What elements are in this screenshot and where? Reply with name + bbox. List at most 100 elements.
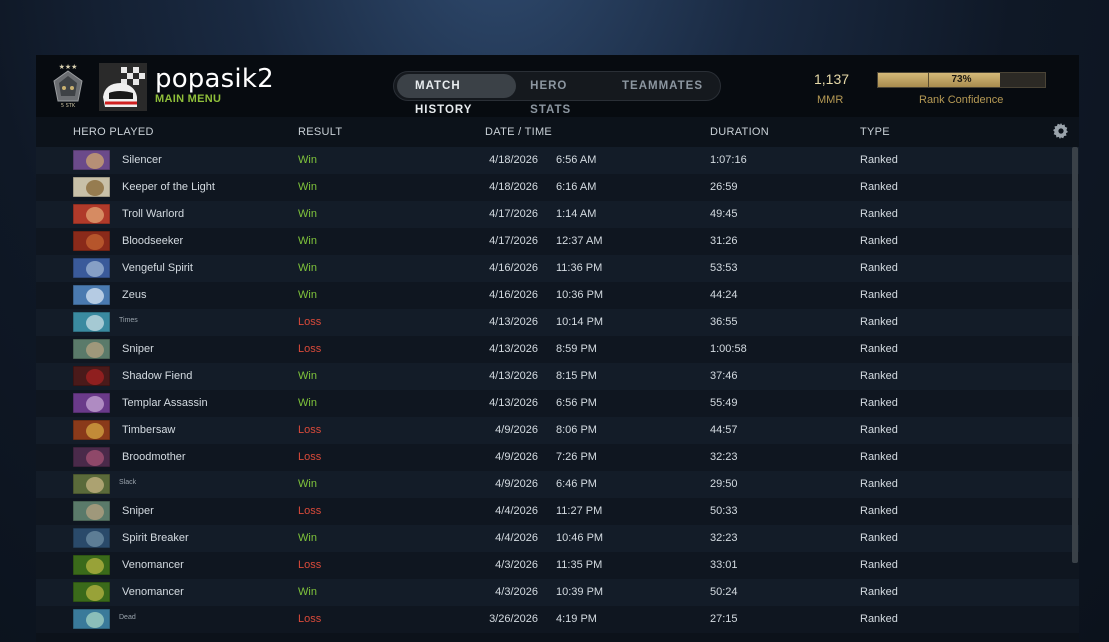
main-menu-link[interactable]: MAIN MENU xyxy=(155,93,221,105)
hero-name: Sniper xyxy=(122,505,154,517)
hero-name: Shadow Fiend xyxy=(122,370,193,382)
col-date-time[interactable]: DATE / TIME xyxy=(485,126,552,138)
hero-name: Times xyxy=(119,317,138,324)
match-date: 4/4/2026 xyxy=(495,532,538,544)
tab-hero-stats[interactable]: HERO STATS xyxy=(516,74,608,116)
match-time: 10:39 PM xyxy=(556,586,604,598)
match-result: Win xyxy=(298,586,317,598)
match-date: 4/18/2026 xyxy=(489,154,538,166)
match-result: Loss xyxy=(298,505,322,517)
hero-name: Broodmother xyxy=(122,451,186,463)
rank-confidence-percent: 73% xyxy=(951,74,972,85)
table-row[interactable]: Venomancer Win 4/3/2026 10:39 PM 50:24 Ranked xyxy=(36,579,1079,606)
match-type: Ranked xyxy=(860,532,898,544)
match-duration: 26:59 xyxy=(710,181,738,193)
table-row[interactable]: Venomancer Loss 4/3/2026 11:35 PM 33:01 Ranke… xyxy=(36,552,1079,579)
hero-name: Slack xyxy=(119,479,137,486)
scrollbar[interactable] xyxy=(1072,147,1078,563)
match-duration: 1:00:58 xyxy=(710,343,747,355)
hero-name: Keeper of the Light xyxy=(122,181,215,193)
match-date: 4/13/2026 xyxy=(489,316,538,328)
table-row[interactable]: Sniper Loss 4/13/2026 8:59 PM 1:00:58 Ranked xyxy=(36,336,1079,363)
match-type: Ranked xyxy=(860,451,898,463)
rank-medal-icon: ★★★ 5 STK xyxy=(53,63,83,109)
table-row[interactable]: Vengeful Spirit Win 4/16/2026 11:36 PM 53:53… xyxy=(36,255,1079,282)
match-result: Loss xyxy=(298,316,322,328)
match-date: 4/18/2026 xyxy=(489,181,538,193)
hero-portrait-icon xyxy=(73,366,110,386)
match-result: Win xyxy=(298,370,317,382)
match-time: 8:06 PM xyxy=(556,424,597,436)
gear-icon[interactable] xyxy=(1053,123,1069,139)
table-row[interactable]: Shadow Fiend Win 4/13/2026 8:15 PM 37:46 Rank… xyxy=(36,363,1079,390)
table-row[interactable]: Bloodseeker Win 4/17/2026 12:37 AM 31:26 Rank… xyxy=(36,228,1079,255)
table-row[interactable]: Keeper of the Light Win 4/18/2026 6:16 AM 26… xyxy=(36,174,1079,201)
table-row[interactable]: Times Loss 4/13/2026 10:14 PM 36:55 Ranked xyxy=(36,309,1079,336)
match-date: 3/26/2026 xyxy=(489,613,538,625)
match-result: Win xyxy=(298,397,317,409)
match-time: 6:46 PM xyxy=(556,478,597,490)
match-duration: 50:33 xyxy=(710,505,738,517)
match-type: Ranked xyxy=(860,559,898,571)
tab-teammates[interactable]: TEAMMATES xyxy=(608,74,717,98)
match-result: Win xyxy=(298,235,317,247)
hero-portrait-icon xyxy=(73,177,110,197)
hero-portrait-icon xyxy=(73,312,110,332)
hero-portrait-icon xyxy=(73,393,110,413)
hero-portrait-icon xyxy=(73,501,110,521)
match-type: Ranked xyxy=(860,289,898,301)
hero-portrait-icon xyxy=(73,555,110,575)
match-type: Ranked xyxy=(860,370,898,382)
match-duration: 1:07:16 xyxy=(710,154,747,166)
match-date: 4/9/2026 xyxy=(495,478,538,490)
match-duration: 31:26 xyxy=(710,235,738,247)
match-duration: 36:55 xyxy=(710,316,738,328)
table-row[interactable]: Broodmother Loss 4/9/2026 7:26 PM 32:23 Ranke… xyxy=(36,444,1079,471)
hero-portrait-icon xyxy=(73,231,110,251)
match-result: Win xyxy=(298,478,317,490)
match-duration: 29:50 xyxy=(710,478,738,490)
table-row[interactable]: Troll Warlord Win 4/17/2026 1:14 AM 49:45 Ran… xyxy=(36,201,1079,228)
table-row[interactable]: Templar Assassin Win 4/13/2026 6:56 PM 55:49… xyxy=(36,390,1079,417)
col-hero-played[interactable]: HERO PLAYED xyxy=(73,126,154,138)
avatar[interactable] xyxy=(99,63,147,111)
table-row[interactable]: Sniper Loss 4/4/2026 11:27 PM 50:33 Ranked xyxy=(36,498,1079,525)
match-type: Ranked xyxy=(860,208,898,220)
match-duration: 53:53 xyxy=(710,262,738,274)
match-type: Ranked xyxy=(860,586,898,598)
hero-portrait-icon xyxy=(73,285,110,305)
tab-match-history[interactable]: MATCH HISTORY xyxy=(397,74,517,116)
match-type: Ranked xyxy=(860,316,898,328)
hero-name: Vengeful Spirit xyxy=(122,262,193,274)
rank-confidence-label: Rank Confidence xyxy=(919,94,1004,106)
table-row[interactable]: Zeus Win 4/16/2026 10:36 PM 44:24 Ranked xyxy=(36,282,1079,309)
match-result: Loss xyxy=(298,613,322,625)
col-type[interactable]: TYPE xyxy=(860,126,890,138)
match-type: Ranked xyxy=(860,505,898,517)
match-time: 11:27 PM xyxy=(556,505,603,517)
col-result[interactable]: RESULT xyxy=(298,126,342,138)
hero-name: Dead xyxy=(119,614,136,621)
hero-name: Templar Assassin xyxy=(122,397,208,409)
hero-portrait-icon xyxy=(73,609,110,629)
match-type: Ranked xyxy=(860,262,898,274)
hero-portrait-icon xyxy=(73,420,110,440)
match-date: 4/16/2026 xyxy=(489,289,538,301)
match-date: 4/13/2026 xyxy=(489,343,538,355)
match-date: 4/13/2026 xyxy=(489,397,538,409)
hero-portrait-icon xyxy=(73,528,110,548)
table-row[interactable]: Spirit Breaker Win 4/4/2026 10:46 PM 32:23 Ra… xyxy=(36,525,1079,552)
hero-name: Timbersaw xyxy=(122,424,176,436)
match-time: 4:19 PM xyxy=(556,613,597,625)
table-row[interactable]: Silencer Win 4/18/2026 6:56 AM 1:07:16 Ranked xyxy=(36,147,1079,174)
medal-text: 5 STK xyxy=(61,103,76,109)
col-duration[interactable]: DURATION xyxy=(710,126,769,138)
hero-portrait-icon xyxy=(73,447,110,467)
match-result: Win xyxy=(298,289,317,301)
table-row[interactable]: Timbersaw Loss 4/9/2026 8:06 PM 44:57 Ranked xyxy=(36,417,1079,444)
match-date: 4/16/2026 xyxy=(489,262,538,274)
match-result: Loss xyxy=(298,343,322,355)
match-time: 8:15 PM xyxy=(556,370,597,382)
table-row[interactable]: Dead Loss 3/26/2026 4:19 PM 27:15 Ranked xyxy=(36,606,1079,633)
table-row[interactable]: Slack Win 4/9/2026 6:46 PM 29:50 Ranked xyxy=(36,471,1079,498)
